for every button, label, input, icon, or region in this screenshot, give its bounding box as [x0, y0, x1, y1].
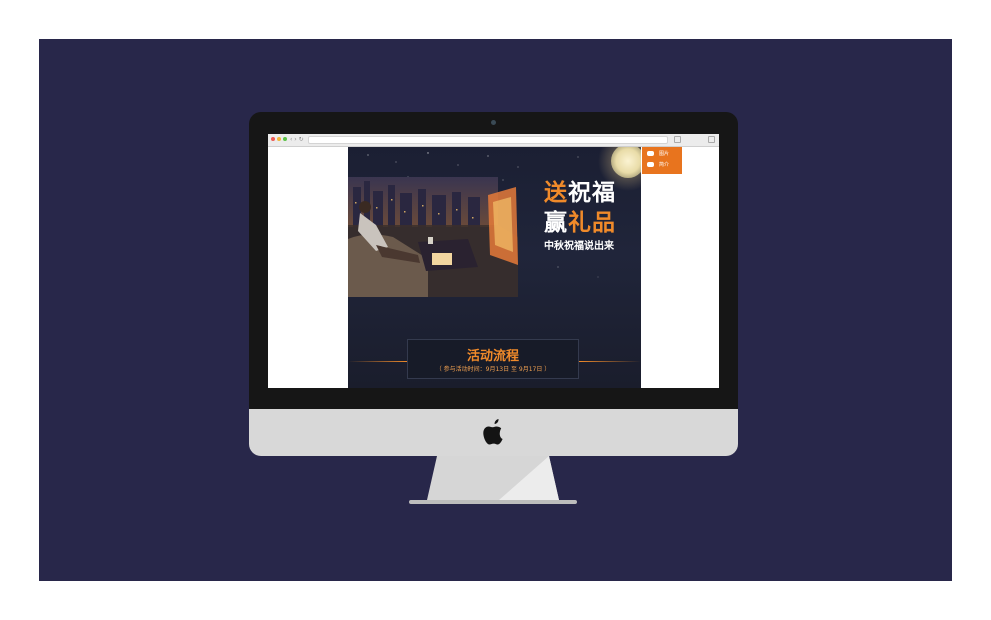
campaign-page: 送祝福 赢礼品 中秋祝福说出来 活动流程 （ 参与活动时间：9月13日 至 9月…	[348, 147, 641, 388]
headline-subtitle: 中秋祝福说出来	[544, 241, 614, 252]
headline-line-1: 送祝福	[544, 179, 616, 206]
printer-icon	[647, 162, 654, 167]
side-menu-item-1[interactable]: 图片	[647, 149, 679, 160]
monitor-stand	[409, 456, 577, 504]
process-title: 活动流程	[466, 349, 519, 364]
stage-background: ‹ › ↻ 送祝福 赢礼品 中秋祝福说出来 活动流程 （ 参与活动时间：9月13…	[39, 39, 952, 581]
extension-icon[interactable]	[674, 136, 681, 143]
menu-icon[interactable]	[708, 136, 715, 143]
close-window-button[interactable]	[271, 137, 275, 141]
divider-left	[348, 361, 408, 362]
browser-nav-buttons[interactable]: ‹ › ↻	[290, 136, 304, 144]
address-bar[interactable]	[308, 136, 668, 144]
floating-side-menu: 图片 简介	[642, 147, 682, 174]
divider-right	[579, 361, 641, 362]
process-banner: 活动流程 （ 参与活动时间：9月13日 至 9月17日 ）	[407, 339, 579, 379]
monitor-chin	[249, 409, 738, 456]
camera-icon	[491, 120, 496, 125]
process-dates: （ 参与活动时间：9月13日 至 9月17日 ）	[435, 366, 551, 373]
headline-line-2: 赢礼品	[544, 209, 616, 236]
apple-logo-icon	[483, 419, 503, 445]
maximize-window-button[interactable]	[283, 137, 287, 141]
gamepad-icon	[647, 151, 654, 156]
browser-toolbar: ‹ › ↻	[268, 134, 719, 147]
monitor-screen: ‹ › ↻ 送祝福 赢礼品 中秋祝福说出来 活动流程 （ 参与活动时间：9月13…	[268, 134, 719, 388]
minimize-window-button[interactable]	[277, 137, 281, 141]
monitor-bezel: ‹ › ↻ 送祝福 赢礼品 中秋祝福说出来 活动流程 （ 参与活动时间：9月13…	[249, 112, 738, 409]
side-menu-item-2[interactable]: 简介	[647, 160, 679, 171]
